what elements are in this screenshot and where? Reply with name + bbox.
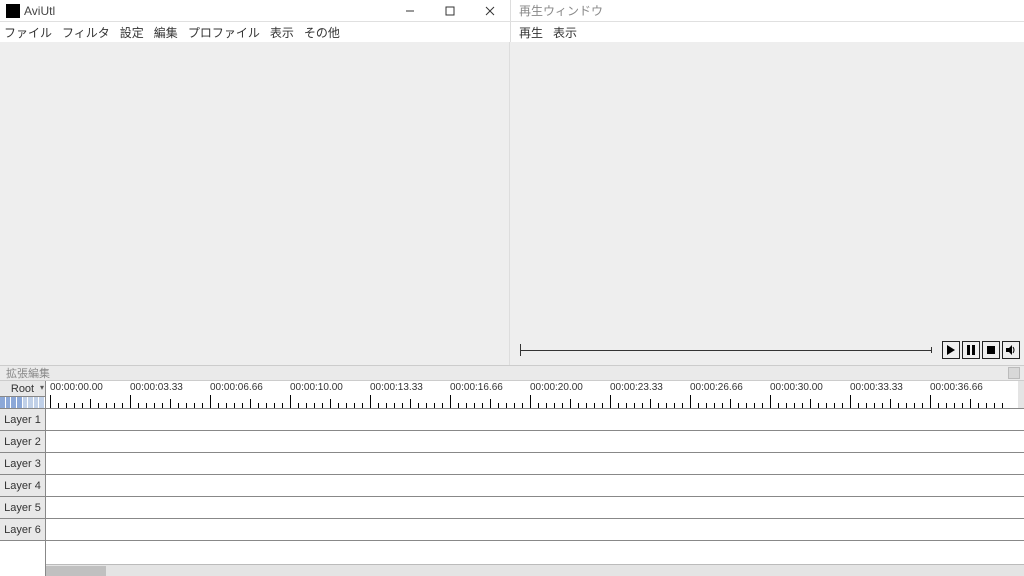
close-button[interactable]: [470, 0, 510, 22]
time-label: 00:00:10.00: [290, 382, 343, 393]
time-label: 00:00:06.66: [210, 382, 263, 393]
time-label: 00:00:00.00: [50, 382, 103, 393]
time-label: 00:00:03.33: [130, 382, 183, 393]
ext-edit-titlebar: 拡張編集: [0, 365, 1024, 381]
play-button[interactable]: [942, 341, 960, 359]
playback-preview-area: [510, 42, 1024, 365]
layer-label[interactable]: Layer 2: [0, 431, 45, 453]
time-label: 00:00:30.00: [770, 382, 823, 393]
time-label: 00:00:13.33: [370, 382, 423, 393]
layer-track[interactable]: [46, 409, 1024, 431]
time-label: 00:00:33.33: [850, 382, 903, 393]
timeline-left-gutter: Root ▾ Layer 1 Layer 2 Layer 3 Layer 4 L…: [0, 381, 46, 576]
timeline-tracks-area[interactable]: 00:00:00.00 00:00:03.33 00:00:06.66 00:00:1…: [46, 381, 1024, 576]
layer-track[interactable]: [46, 431, 1024, 453]
playback-menubar: 再生 表示: [510, 22, 1024, 42]
scrollbar-thumb[interactable]: [46, 566, 106, 576]
time-label: 00:00:16.66: [450, 382, 503, 393]
ext-edit-button[interactable]: [1008, 367, 1020, 379]
horizontal-scrollbar[interactable]: [46, 564, 1006, 576]
maximize-button[interactable]: [430, 0, 470, 22]
menu-profile[interactable]: プロファイル: [188, 24, 260, 41]
time-label: 00:00:36.66: [930, 382, 983, 393]
root-cell[interactable]: Root ▾: [0, 381, 45, 397]
stop-button[interactable]: [982, 341, 1000, 359]
layer-label[interactable]: Layer 1: [0, 409, 45, 431]
minimize-button[interactable]: [390, 0, 430, 22]
root-label: Root: [11, 383, 34, 395]
layer-track[interactable]: [46, 497, 1024, 519]
main-window-titlebar: AviUtl: [0, 0, 510, 22]
layer-label[interactable]: Layer 3: [0, 453, 45, 475]
main-preview-canvas: [0, 42, 510, 365]
layer-track[interactable]: [46, 475, 1024, 497]
playback-window-titlebar: 再生ウィンドウ: [510, 0, 1024, 22]
time-label: 00:00:23.33: [610, 382, 663, 393]
menu-playback-view[interactable]: 表示: [553, 24, 577, 41]
main-window-title: AviUtl: [24, 4, 390, 18]
menu-file[interactable]: ファイル: [4, 24, 52, 41]
volume-button[interactable]: [1002, 341, 1020, 359]
time-ruler[interactable]: 00:00:00.00 00:00:03.33 00:00:06.66 00:00:1…: [46, 381, 1024, 409]
playback-window-title: 再生ウィンドウ: [519, 2, 603, 19]
zoom-scale-control[interactable]: [0, 397, 45, 409]
pause-button[interactable]: [962, 341, 980, 359]
seek-slider[interactable]: [520, 344, 932, 356]
chevron-down-icon: ▾: [40, 383, 44, 392]
time-label: 00:00:26.66: [690, 382, 743, 393]
menu-view[interactable]: 表示: [270, 24, 294, 41]
menu-edit[interactable]: 編集: [154, 24, 178, 41]
ext-edit-title: 拡張編集: [6, 365, 50, 381]
timeline: Root ▾ Layer 1 Layer 2 Layer 3 Layer 4 L…: [0, 381, 1024, 576]
menu-settings[interactable]: 設定: [120, 24, 144, 41]
time-label: 00:00:20.00: [530, 382, 583, 393]
app-icon: [6, 4, 20, 18]
layer-track[interactable]: [46, 453, 1024, 475]
layer-label[interactable]: Layer 5: [0, 497, 45, 519]
main-menubar: ファイル フィルタ 設定 編集 プロファイル 表示 その他: [0, 22, 510, 42]
layer-label[interactable]: Layer 6: [0, 519, 45, 541]
menu-filter[interactable]: フィルタ: [62, 24, 110, 41]
layer-label[interactable]: Layer 4: [0, 475, 45, 497]
layer-track[interactable]: [46, 519, 1024, 541]
scrollbar-corner: [1006, 564, 1024, 576]
menu-other[interactable]: その他: [304, 24, 340, 41]
menu-playback-play[interactable]: 再生: [519, 24, 543, 41]
